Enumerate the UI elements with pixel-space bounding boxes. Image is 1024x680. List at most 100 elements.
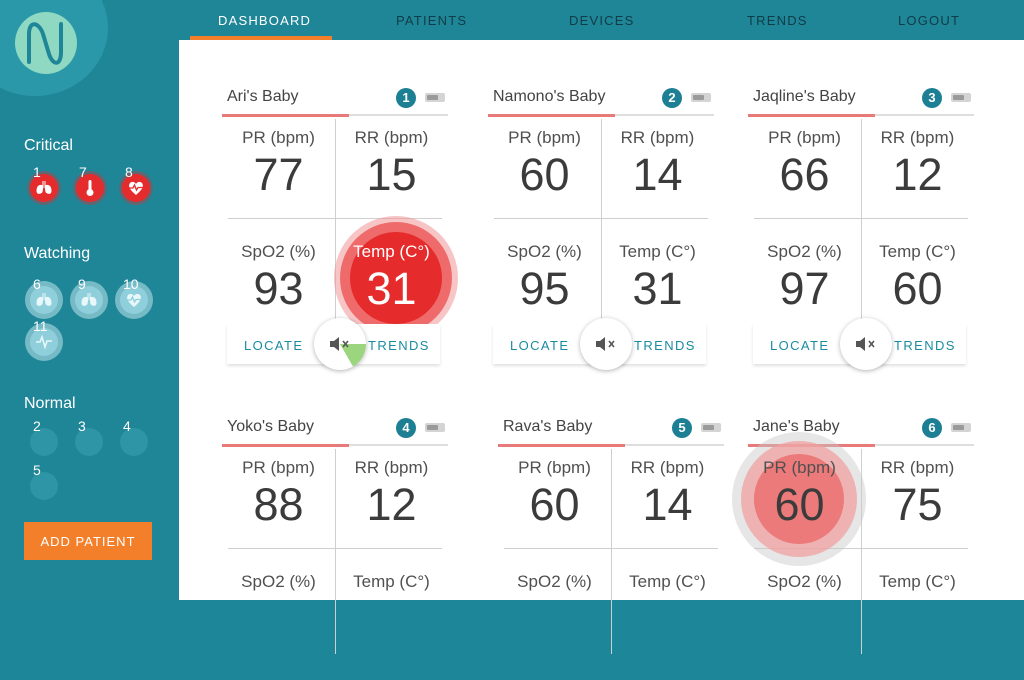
patient-name[interactable]: Yoko's Baby (227, 418, 314, 436)
spo2-label: SpO2 (%) (241, 572, 316, 591)
patient-number: 10 (123, 276, 139, 292)
speaker-muted-icon (330, 337, 349, 351)
trends-link[interactable]: TRENDS (894, 338, 956, 353)
rr-value: 12 (366, 479, 417, 530)
monitor-toggle[interactable] (951, 423, 971, 432)
pr-value: 60 (529, 479, 580, 530)
spo2-value: 95 (519, 263, 570, 314)
rr-label: RR (bpm) (354, 128, 429, 147)
patient-number: 9 (78, 276, 86, 292)
mute-button[interactable] (314, 318, 366, 370)
monitor-toggle[interactable] (701, 423, 721, 432)
rr-label: RR (bpm) (354, 458, 429, 477)
normal-patient-2[interactable]: 2 (30, 418, 58, 456)
rr-metric: RR (bpm) 14 (601, 128, 714, 201)
lungs-icon (36, 181, 52, 194)
spo2-metric: SpO2 (%) (222, 572, 335, 592)
pr-value: 88 (253, 479, 304, 530)
patient-number: 1 (33, 164, 41, 180)
rr-value: 75 (892, 479, 943, 530)
mute-button[interactable] (840, 318, 892, 370)
critical-patient-8[interactable]: 8 (122, 164, 150, 202)
normal-patient-4[interactable]: 4 (120, 418, 148, 456)
pr-metric: PR (bpm) 88 (222, 458, 335, 531)
normal-patient-3[interactable]: 3 (75, 418, 103, 456)
patient-name[interactable]: Jaqline's Baby (753, 88, 856, 106)
rr-metric: RR (bpm) 15 (335, 128, 448, 201)
watching-patient-6[interactable]: 6 (30, 276, 58, 314)
rr-label: RR (bpm) (620, 128, 695, 147)
rr-metric: RR (bpm) 12 (335, 458, 448, 531)
nav-dashboard[interactable]: DASHBOARD (218, 13, 311, 28)
temp-metric: Temp (C°) (335, 572, 448, 592)
monitor-toggle[interactable] (425, 423, 445, 432)
temp-value: 31 (366, 263, 417, 314)
normal-group-title: Normal (24, 395, 76, 412)
trends-link[interactable]: TRENDS (368, 338, 430, 353)
pr-value: 60 (774, 479, 825, 530)
patient-name[interactable]: Namono's Baby (493, 88, 605, 106)
monitor-toggle[interactable] (691, 93, 711, 102)
temp-label: Temp (C°) (879, 572, 956, 591)
temp-label: Temp (C°) (353, 572, 430, 591)
temp-metric: Temp (C°) (611, 572, 724, 592)
critical-patient-1[interactable]: 1 (30, 164, 58, 202)
patient-number: 7 (79, 164, 87, 180)
bed-number-badge: 3 (922, 88, 942, 108)
watching-patient-10[interactable]: 10 (120, 276, 148, 314)
rr-metric: RR (bpm) 75 (861, 458, 974, 531)
add-patient-button[interactable]: ADD PATIENT (24, 522, 152, 560)
bed-number-badge: 4 (396, 418, 416, 438)
temp-label: Temp (C°) (629, 572, 706, 591)
spo2-metric: SpO2 (%) 97 (748, 242, 861, 315)
top-nav: DASHBOARD PATIENTS DEVICES TRENDS LOGOUT (179, 0, 1024, 40)
logo-wave-icon (27, 22, 63, 65)
patient-name[interactable]: Ari's Baby (227, 88, 299, 106)
critical-group-title: Critical (24, 137, 73, 154)
rr-value: 15 (366, 149, 417, 200)
monitor-toggle[interactable] (951, 93, 971, 102)
patient-number: 2 (33, 418, 41, 434)
spo2-metric: SpO2 (%) (748, 572, 861, 592)
critical-patient-7[interactable]: 7 (76, 164, 104, 202)
nav-patients[interactable]: PATIENTS (396, 13, 467, 28)
locate-link[interactable]: LOCATE (244, 338, 303, 353)
temp-value: 31 (632, 263, 683, 314)
speaker-muted-icon (596, 337, 615, 351)
temp-label: Temp (C°) (879, 242, 956, 261)
header-accent (222, 444, 349, 447)
pr-label: PR (bpm) (763, 458, 836, 477)
heart-pulse-icon (127, 293, 141, 307)
card-actions: LOCATE TRENDS (227, 318, 440, 370)
rr-value: 12 (892, 149, 943, 200)
normal-patient-5[interactable]: 5 (30, 462, 58, 500)
header-accent (222, 114, 349, 117)
spo2-label: SpO2 (%) (517, 572, 592, 591)
pr-metric: PR (bpm) 60 (498, 458, 611, 531)
nav-devices[interactable]: DEVICES (569, 13, 634, 28)
temp-value: 60 (892, 263, 943, 314)
watching-patient-11[interactable]: 11 (30, 318, 58, 356)
pr-value: 77 (253, 149, 304, 200)
trends-link[interactable]: TRENDS (634, 338, 696, 353)
pr-label: PR (bpm) (768, 128, 841, 147)
rr-label: RR (bpm) (630, 458, 705, 477)
locate-link[interactable]: LOCATE (770, 338, 829, 353)
temp-label: Temp (C°) (619, 242, 696, 261)
temp-metric: Temp (C°) 31 (335, 242, 448, 315)
patient-number: 8 (125, 164, 133, 180)
spo2-metric: SpO2 (%) 95 (488, 242, 601, 315)
locate-link[interactable]: LOCATE (510, 338, 569, 353)
app-logo[interactable] (15, 12, 77, 74)
nav-logout[interactable]: LOGOUT (898, 13, 960, 28)
spo2-label: SpO2 (%) (767, 242, 842, 261)
header-accent (498, 444, 625, 447)
nav-trends[interactable]: TRENDS (747, 13, 808, 28)
monitor-toggle[interactable] (425, 93, 445, 102)
patient-name[interactable]: Rava's Baby (503, 418, 592, 436)
spo2-label: SpO2 (%) (507, 242, 582, 261)
spo2-metric: SpO2 (%) (498, 572, 611, 592)
mute-button[interactable] (580, 318, 632, 370)
watching-patient-9[interactable]: 9 (75, 276, 103, 314)
rr-value: 14 (632, 149, 683, 200)
